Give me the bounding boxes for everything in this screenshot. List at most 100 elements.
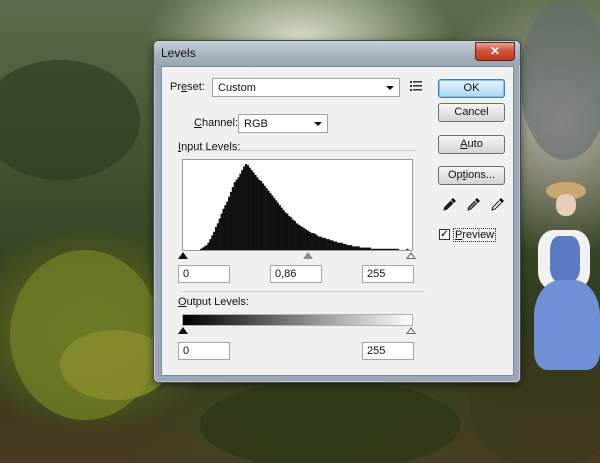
histogram-bar bbox=[316, 235, 319, 250]
histogram-bar bbox=[252, 172, 255, 250]
histogram-bar bbox=[344, 243, 347, 250]
histogram-bar bbox=[241, 170, 244, 250]
histogram-bar bbox=[280, 207, 283, 250]
histogram-bar bbox=[229, 191, 233, 250]
ok-button[interactable]: OK bbox=[438, 79, 505, 98]
histogram-bar bbox=[308, 231, 311, 250]
dialog-title: Levels bbox=[161, 46, 196, 60]
histogram-bar bbox=[355, 246, 358, 250]
histogram-bar bbox=[259, 180, 263, 250]
histogram-bar bbox=[351, 246, 355, 250]
preset-dropdown[interactable]: Custom bbox=[212, 78, 400, 97]
histogram-bar bbox=[325, 239, 328, 250]
histogram-bar bbox=[291, 219, 295, 250]
histogram-bar bbox=[207, 242, 210, 250]
preset-value: Custom bbox=[218, 82, 256, 94]
histogram-bar bbox=[312, 233, 315, 250]
histogram-bar bbox=[222, 208, 225, 250]
histogram-bar bbox=[263, 185, 266, 250]
options-button[interactable]: Options... bbox=[438, 166, 505, 185]
input-black-field[interactable]: 0 bbox=[178, 265, 230, 283]
histogram-bar bbox=[320, 236, 323, 250]
cancel-button[interactable]: Cancel bbox=[438, 103, 505, 122]
histogram-bar bbox=[209, 239, 212, 250]
titlebar[interactable]: Levels ✕ bbox=[154, 41, 520, 65]
input-black-slider[interactable] bbox=[178, 252, 188, 259]
histogram-bar bbox=[348, 245, 351, 250]
output-levels-label: Output Levels: bbox=[178, 296, 249, 308]
histogram-bar bbox=[295, 223, 298, 250]
histogram-bar bbox=[235, 179, 238, 250]
histogram-bar bbox=[201, 247, 204, 250]
histogram-bar bbox=[269, 193, 272, 250]
histogram-bar bbox=[350, 245, 353, 250]
input-levels-label: Input Levels: bbox=[178, 141, 241, 153]
histogram-bar bbox=[327, 239, 330, 250]
channel-label: Channel: bbox=[192, 117, 241, 129]
histogram-bar bbox=[237, 177, 240, 250]
histogram-bar bbox=[243, 166, 246, 250]
input-white-field[interactable]: 255 bbox=[362, 265, 414, 283]
levels-dialog: Levels ✕ Preset: Custom Channel: RGB Inp… bbox=[153, 40, 521, 383]
histogram-bar bbox=[216, 223, 219, 250]
histogram-bar bbox=[383, 248, 387, 250]
histogram-bar bbox=[284, 212, 287, 250]
histogram-bar bbox=[274, 200, 278, 250]
preview-checkbox[interactable]: ✓ bbox=[439, 229, 450, 240]
histogram-bar bbox=[321, 237, 325, 250]
histogram-bar bbox=[306, 230, 310, 250]
histogram-bar bbox=[265, 188, 268, 250]
histogram-bar bbox=[256, 177, 259, 250]
histogram-bar bbox=[331, 240, 334, 250]
histogram-bar bbox=[228, 196, 231, 250]
histogram-bar bbox=[340, 242, 343, 250]
channel-dropdown[interactable]: RGB bbox=[238, 114, 328, 133]
girl-figure bbox=[528, 180, 600, 380]
output-white-slider[interactable] bbox=[406, 327, 416, 334]
histogram-graph bbox=[199, 164, 409, 250]
histogram-bar bbox=[353, 246, 356, 250]
close-button[interactable]: ✕ bbox=[475, 42, 515, 61]
histogram-bar bbox=[395, 248, 398, 250]
close-icon: ✕ bbox=[489, 44, 501, 58]
histogram-bar bbox=[365, 247, 368, 250]
histogram-bar bbox=[381, 248, 385, 250]
black-eyedropper-icon[interactable] bbox=[443, 197, 457, 211]
output-white-field[interactable]: 255 bbox=[362, 342, 414, 360]
histogram-bar bbox=[261, 183, 265, 250]
histogram-bar bbox=[233, 182, 236, 250]
histogram-bar bbox=[374, 248, 377, 250]
histogram-bar bbox=[372, 248, 375, 250]
histogram-bar bbox=[323, 237, 326, 250]
histogram-bar bbox=[218, 218, 221, 250]
input-gamma-slider[interactable] bbox=[303, 252, 313, 259]
histogram-bar bbox=[250, 170, 253, 250]
preset-label: Preset: bbox=[170, 81, 205, 93]
histogram-bar bbox=[370, 248, 373, 250]
white-eyedropper-icon[interactable] bbox=[491, 197, 505, 211]
preview-label[interactable]: Preview bbox=[453, 228, 497, 242]
dialog-client: Preset: Custom Channel: RGB Input Levels… bbox=[161, 66, 514, 376]
input-white-slider[interactable] bbox=[406, 252, 416, 259]
preset-options-icon[interactable] bbox=[410, 80, 422, 92]
chevron-down-icon bbox=[314, 122, 322, 126]
histogram-bar bbox=[329, 240, 332, 250]
histogram-bar bbox=[213, 231, 216, 250]
histogram-bar bbox=[318, 236, 321, 250]
auto-button[interactable]: Auto bbox=[438, 135, 505, 154]
input-gamma-field[interactable]: 0,86 bbox=[270, 265, 322, 283]
histogram-bar bbox=[286, 213, 289, 250]
histogram-bar bbox=[380, 248, 383, 250]
output-black-field[interactable]: 0 bbox=[178, 342, 230, 360]
histogram-bar bbox=[406, 248, 409, 250]
gray-eyedropper-icon[interactable] bbox=[467, 197, 481, 211]
histogram-bar bbox=[248, 167, 251, 250]
histogram-bar bbox=[389, 248, 392, 250]
histogram-bar bbox=[220, 213, 223, 250]
histogram-bar bbox=[359, 247, 362, 250]
output-black-slider[interactable] bbox=[178, 327, 188, 334]
histogram-bar bbox=[211, 235, 214, 250]
histogram-bar bbox=[297, 224, 300, 250]
histogram-bar bbox=[363, 247, 366, 250]
histogram-bar bbox=[299, 225, 302, 250]
